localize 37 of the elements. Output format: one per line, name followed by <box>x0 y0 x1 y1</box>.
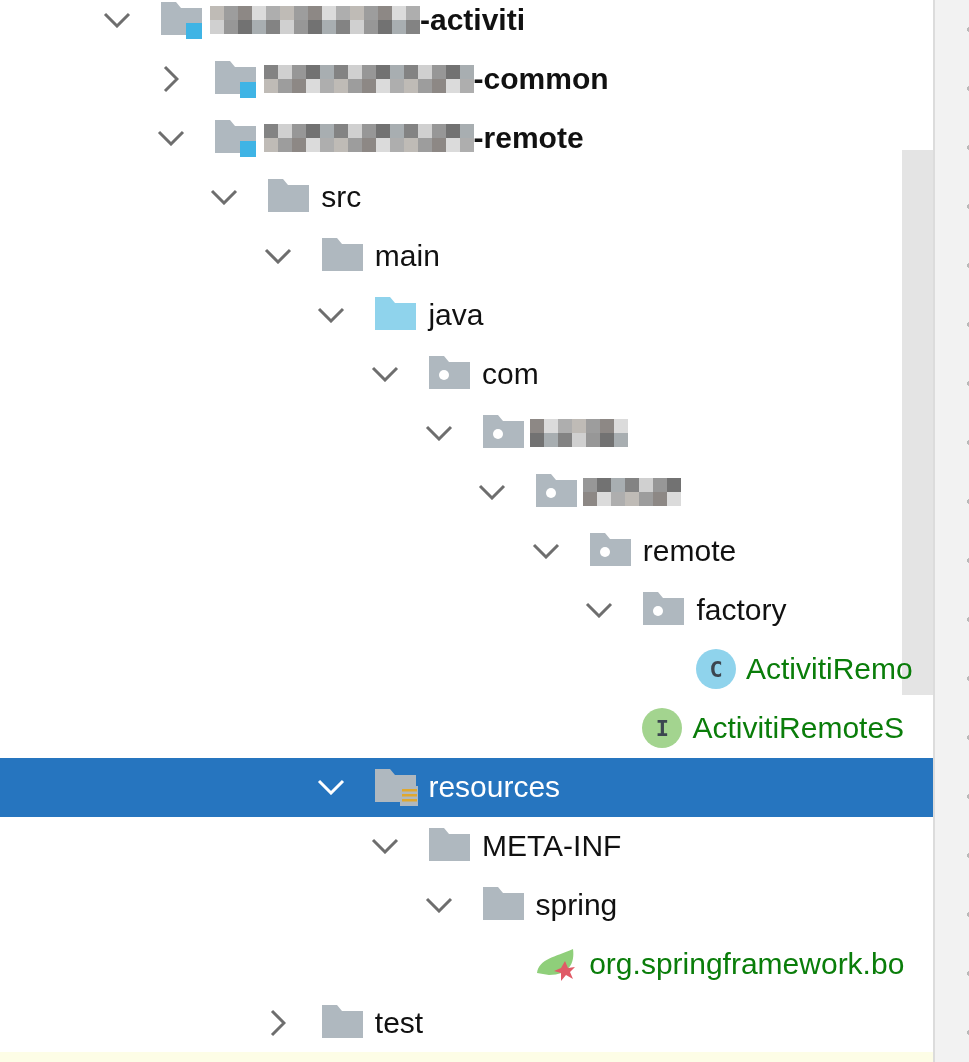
selected-row[interactable]: resources <box>0 757 933 817</box>
module-folder-icon <box>160 1 204 39</box>
tree-item-label[interactable]: spring <box>535 888 618 922</box>
interface-icon: I <box>642 708 683 748</box>
chevron-right-icon[interactable] <box>269 1009 286 1037</box>
tree-item-label[interactable]: META-INF <box>482 829 622 863</box>
chevron-down-icon[interactable] <box>371 838 399 854</box>
chevron-down-icon[interactable] <box>371 366 399 382</box>
resources-folder-icon <box>374 768 419 806</box>
module-folder-icon <box>213 119 258 157</box>
tree-item-label[interactable]: com <box>482 357 539 391</box>
tree-item-label[interactable]: org.springframework.bo <box>589 947 905 981</box>
tree-item-label[interactable]: main <box>374 239 440 273</box>
chevron-down-icon[interactable] <box>478 484 507 500</box>
tree-item-label[interactable]: src <box>321 180 362 214</box>
tree-item-label[interactable]: test <box>374 1006 424 1040</box>
tree-item-label[interactable]: remote <box>642 534 737 568</box>
chevron-right-icon[interactable] <box>162 65 179 93</box>
chevron-down-icon[interactable] <box>585 602 614 618</box>
module-folder-icon <box>213 60 258 98</box>
tree-item-label[interactable]: -remote <box>473 121 584 155</box>
chevron-down-icon[interactable] <box>424 897 453 913</box>
class-icon: C <box>696 649 736 689</box>
tree-item-label[interactable]: java <box>428 298 484 332</box>
chevron-down-icon[interactable] <box>103 12 131 28</box>
tree-item-label[interactable]: ActivitiRemoteS <box>692 711 905 745</box>
chevron-down-icon[interactable] <box>210 189 239 205</box>
tree-item-label[interactable]: ActivitiRemo <box>746 652 913 686</box>
tree-item-label[interactable]: -activiti <box>420 3 526 37</box>
chevron-down-icon[interactable] <box>317 307 346 323</box>
tree-item-label[interactable]: resources <box>428 770 561 804</box>
chevron-down-icon[interactable] <box>263 248 292 264</box>
tree-item-label[interactable]: -common <box>473 62 609 96</box>
chevron-down-icon[interactable] <box>156 130 185 146</box>
chevron-down-icon[interactable] <box>424 425 453 441</box>
tree-item-label[interactable]: factory <box>696 593 787 627</box>
chevron-down-icon[interactable] <box>531 543 560 559</box>
